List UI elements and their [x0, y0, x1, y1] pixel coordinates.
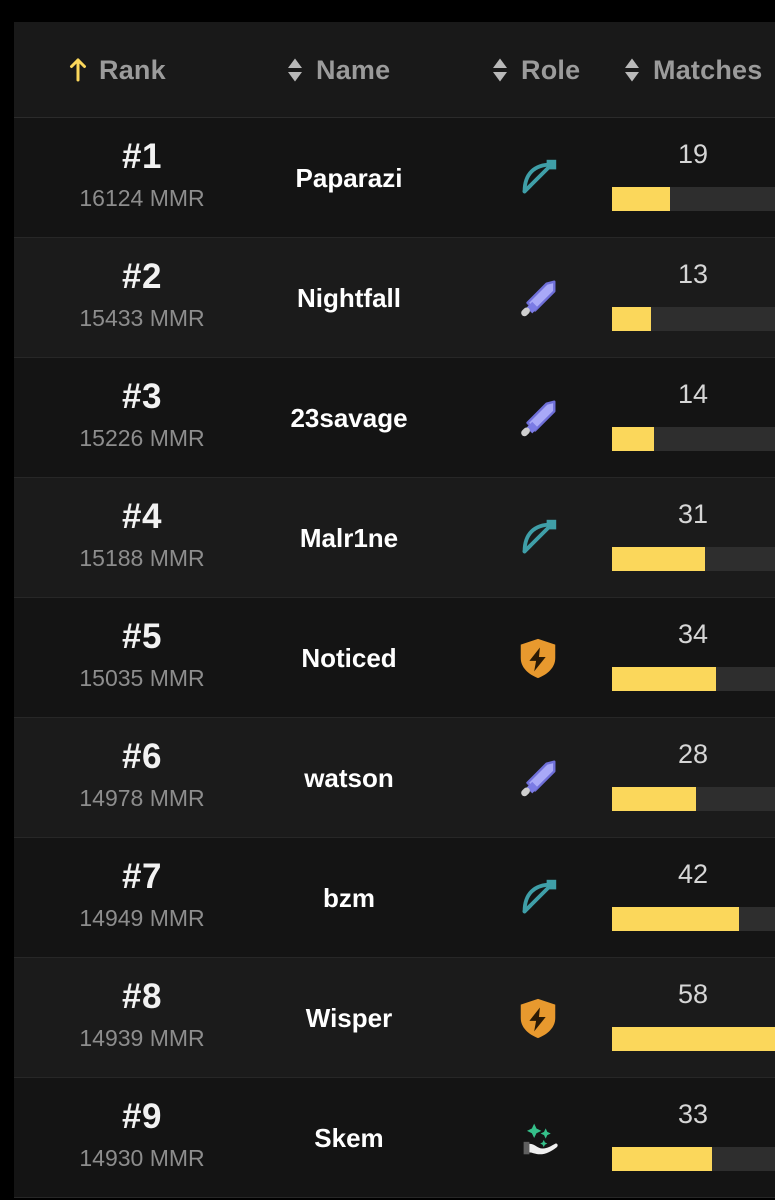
- role-cell: [480, 1078, 596, 1198]
- role-cell: [480, 838, 596, 958]
- matches-bar-fill: [612, 787, 697, 811]
- table-row[interactable]: #7 14949 MMR bzm 42: [14, 838, 775, 958]
- matches-count: 34: [677, 619, 709, 649]
- matches-bar-fill: [612, 427, 655, 451]
- bow-and-arrow-icon: [515, 515, 561, 561]
- matches-count: 42: [677, 859, 709, 889]
- matches-cell: 19: [598, 118, 775, 238]
- role-cell: [480, 358, 596, 478]
- matches-count: 28: [677, 739, 709, 769]
- matches-bar-fill: [612, 667, 716, 691]
- role-cell: [480, 958, 596, 1078]
- matches-cell: 31: [598, 478, 775, 598]
- matches-bar-track: [612, 1027, 775, 1051]
- sort-unsorted-icon: [622, 57, 642, 83]
- shield-bolt-icon: [515, 995, 561, 1041]
- matches-bar-track: [612, 907, 775, 931]
- matches-cell: 33: [598, 1078, 775, 1198]
- role-cell: [480, 238, 596, 358]
- matches-bar-track: [612, 667, 775, 691]
- column-header-rank[interactable]: Rank: [68, 22, 166, 118]
- matches-count: 13: [677, 259, 709, 289]
- player-name: Paparazi: [295, 162, 403, 193]
- sort-unsorted-icon: [490, 57, 510, 83]
- role-cell: [480, 718, 596, 838]
- player-name: 23savage: [290, 402, 408, 433]
- column-header-rank-label: Rank: [99, 54, 166, 85]
- matches-bar-track: [612, 1147, 775, 1171]
- table-row[interactable]: #8 14939 MMR Wisper 58: [14, 958, 775, 1078]
- player-name: Wisper: [305, 1002, 393, 1033]
- matches-bar-fill: [612, 547, 706, 571]
- sort-unsorted-icon: [285, 57, 305, 83]
- shield-bolt-icon: [515, 635, 561, 681]
- matches-bar-track: [612, 427, 775, 451]
- matches-cell: 28: [598, 718, 775, 838]
- matches-bar-fill: [612, 187, 671, 211]
- player-name: Nightfall: [297, 282, 401, 313]
- column-header-matches[interactable]: Matches: [622, 22, 762, 118]
- column-header-role[interactable]: Role: [490, 22, 580, 118]
- matches-count: 14: [677, 379, 709, 409]
- table-row[interactable]: #5 15035 MMR Noticed 34: [14, 598, 775, 718]
- player-name-cell[interactable]: bzm: [229, 838, 469, 958]
- matches-count: 19: [677, 139, 709, 169]
- matches-bar-fill: [612, 1027, 775, 1051]
- table-row[interactable]: #6 14978 MMR watson 28: [14, 718, 775, 838]
- player-name-cell[interactable]: Wisper: [229, 958, 469, 1078]
- sword-icon: [515, 275, 561, 321]
- player-name-cell[interactable]: Paparazi: [229, 118, 469, 238]
- player-name-cell[interactable]: Malr1ne: [229, 478, 469, 598]
- table-row[interactable]: #2 15433 MMR Nightfall 13: [14, 238, 775, 358]
- table-row[interactable]: #3 15226 MMR 23savage 14: [14, 358, 775, 478]
- matches-bar-track: [612, 307, 775, 331]
- player-name-cell[interactable]: Nightfall: [229, 238, 469, 358]
- table-row[interactable]: #1 16124 MMR Paparazi 19: [14, 118, 775, 238]
- matches-bar-track: [612, 787, 775, 811]
- matches-bar-track: [612, 547, 775, 571]
- matches-cell: 14: [598, 358, 775, 478]
- matches-cell: 34: [598, 598, 775, 718]
- column-header-matches-label: Matches: [653, 54, 763, 85]
- player-name: bzm: [323, 882, 375, 913]
- sort-ascending-icon: [68, 57, 88, 83]
- player-name-cell[interactable]: Skem: [229, 1078, 469, 1198]
- matches-cell: 42: [598, 838, 775, 958]
- player-name-cell[interactable]: 23savage: [229, 358, 469, 478]
- matches-bar-fill: [612, 907, 739, 931]
- sword-icon: [515, 395, 561, 441]
- role-cell: [480, 598, 596, 718]
- role-cell: [480, 118, 596, 238]
- matches-bar-fill: [612, 1147, 713, 1171]
- player-name: Skem: [314, 1122, 384, 1153]
- matches-count: 58: [677, 979, 709, 1009]
- table-header-row: Rank Name Role Matches: [14, 22, 775, 118]
- table-row[interactable]: #9 14930 MMR Skem 33: [14, 1078, 775, 1198]
- matches-count: 31: [677, 499, 709, 529]
- column-header-name[interactable]: Name: [285, 22, 390, 118]
- matches-cell: 13: [598, 238, 775, 358]
- bow-and-arrow-icon: [515, 155, 561, 201]
- player-name-cell[interactable]: watson: [229, 718, 469, 838]
- table-body: #1 16124 MMR Paparazi 19 #2 15433 MMR Nightfal…: [14, 118, 775, 1198]
- leaderboard-card: Rank Name Role Matches #1 16124 MMR Papa…: [14, 22, 775, 1198]
- player-name: watson: [304, 762, 394, 793]
- role-cell: [480, 478, 596, 598]
- sparkle-hand-icon: [515, 1115, 561, 1161]
- player-name: Noticed: [301, 642, 397, 673]
- matches-bar-track: [612, 187, 775, 211]
- column-header-name-label: Name: [316, 54, 391, 85]
- player-name: Malr1ne: [299, 522, 399, 553]
- matches-bar-fill: [612, 307, 651, 331]
- bow-and-arrow-icon: [515, 875, 561, 921]
- matches-cell: 58: [598, 958, 775, 1078]
- player-name-cell[interactable]: Noticed: [229, 598, 469, 718]
- sword-icon: [515, 755, 561, 801]
- column-header-role-label: Role: [521, 54, 581, 85]
- leaderboard-screen: Rank Name Role Matches #1 16124 MMR Papa…: [0, 0, 775, 1200]
- matches-count: 33: [677, 1099, 709, 1129]
- table-row[interactable]: #4 15188 MMR Malr1ne 31: [14, 478, 775, 598]
